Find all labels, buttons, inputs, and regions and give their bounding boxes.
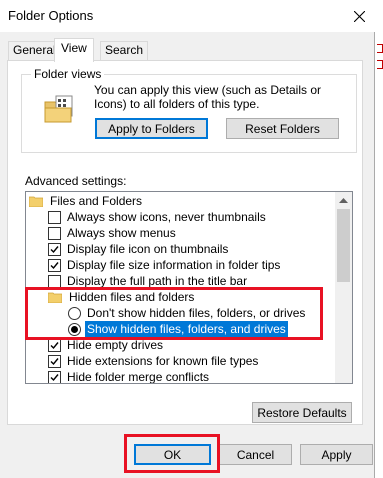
tab-view[interactable]: View <box>54 38 94 62</box>
option-label: Don't show hidden files, folders, or dri… <box>87 306 306 320</box>
ok-button[interactable]: OK <box>134 444 211 465</box>
folder-views-icon <box>44 95 73 123</box>
background-edge <box>375 0 383 478</box>
cancel-button[interactable]: Cancel <box>219 444 292 465</box>
reset-folders-button[interactable]: Reset Folders <box>226 118 339 139</box>
checkbox-checked[interactable] <box>48 242 61 256</box>
tab-search-label: Search <box>105 43 144 57</box>
option-display-full-path[interactable]: Display the full path in the title bar <box>48 273 249 289</box>
option-hide-extensions[interactable]: Hide extensions for known file types <box>48 353 260 369</box>
option-label: Hide extensions for known file types <box>67 354 259 368</box>
background-edge-mark <box>377 60 383 69</box>
folder-icon <box>29 196 43 207</box>
apply-button[interactable]: Apply <box>300 444 373 465</box>
option-display-file-size-info[interactable]: Display file size information in folder … <box>48 257 282 273</box>
checkmark-icon <box>50 261 59 269</box>
checkbox-checked[interactable] <box>48 338 61 352</box>
background-edge-mark <box>377 44 383 53</box>
folder-options-dialog: Folder Options General View Search Folde… <box>0 0 375 478</box>
option-label: Display file icon on thumbnails <box>67 242 229 256</box>
tree-item-label: Hidden files and folders <box>69 290 195 304</box>
tab-view-label: View <box>61 41 87 55</box>
checkmark-icon <box>50 245 59 253</box>
advanced-settings-label: Advanced settings: <box>25 174 127 188</box>
restore-defaults-button[interactable]: Restore Defaults <box>252 402 352 423</box>
tree-scrollbar[interactable] <box>335 192 352 383</box>
checkbox-checked[interactable] <box>48 370 61 383</box>
window-title: Folder Options <box>8 8 94 23</box>
option-hide-merge-conflicts[interactable]: Hide folder merge conflicts <box>48 369 211 384</box>
tree-folder-files-and-folders: Files and Folders <box>29 193 144 209</box>
checkbox-unchecked[interactable] <box>48 210 61 224</box>
close-icon <box>353 10 365 22</box>
radio-unselected[interactable] <box>68 306 81 320</box>
scroll-up-button[interactable] <box>335 192 352 209</box>
option-label: Always show icons, never thumbnails <box>67 210 266 224</box>
apply-to-folders-button[interactable]: Apply to Folders <box>95 118 208 139</box>
checkbox-unchecked[interactable] <box>48 226 61 240</box>
option-always-show-menus[interactable]: Always show menus <box>48 225 178 241</box>
checkbox-checked[interactable] <box>48 354 61 368</box>
tab-search[interactable]: Search <box>100 41 149 61</box>
tab-general-label: General <box>13 43 56 57</box>
option-label: Display the full path in the title bar <box>67 274 248 288</box>
close-button[interactable] <box>343 0 375 32</box>
advanced-settings-tree[interactable]: Files and Folders Always show icons, nev… <box>25 191 353 384</box>
option-label: Always show menus <box>67 226 176 240</box>
scroll-thumb[interactable] <box>337 209 350 282</box>
folder-icon <box>48 292 62 303</box>
option-label: Hide empty drives <box>67 338 164 352</box>
folder-views-label: Folder views <box>31 67 105 81</box>
checkmark-icon <box>50 341 59 349</box>
tree-folder-hidden-files: Hidden files and folders <box>48 289 196 305</box>
option-show-hidden[interactable]: Show hidden files, folders, and drives <box>68 321 288 337</box>
checkbox-checked[interactable] <box>48 258 61 272</box>
option-label: Display file size information in folder … <box>67 258 281 272</box>
tree-item-label: Files and Folders <box>50 194 143 208</box>
title-bar: Folder Options <box>0 0 375 32</box>
checkmark-icon <box>50 357 59 365</box>
radio-dot <box>71 325 78 333</box>
tab-general[interactable]: General <box>8 41 61 61</box>
option-hide-empty-drives[interactable]: Hide empty drives <box>48 337 165 353</box>
option-label: Show hidden files, folders, and drives <box>85 321 288 337</box>
option-display-file-icon-thumbnails[interactable]: Display file icon on thumbnails <box>48 241 230 257</box>
radio-selected[interactable] <box>68 322 81 336</box>
chevron-up-icon <box>339 198 348 203</box>
checkbox-unchecked[interactable] <box>48 274 61 288</box>
option-dont-show-hidden[interactable]: Don't show hidden files, folders, or dri… <box>68 305 307 321</box>
option-label: Hide folder merge conflicts <box>67 370 210 384</box>
option-always-show-icons[interactable]: Always show icons, never thumbnails <box>48 209 268 225</box>
folder-views-description: You can apply this view (such as Details… <box>94 83 322 111</box>
checkmark-icon <box>50 373 59 381</box>
